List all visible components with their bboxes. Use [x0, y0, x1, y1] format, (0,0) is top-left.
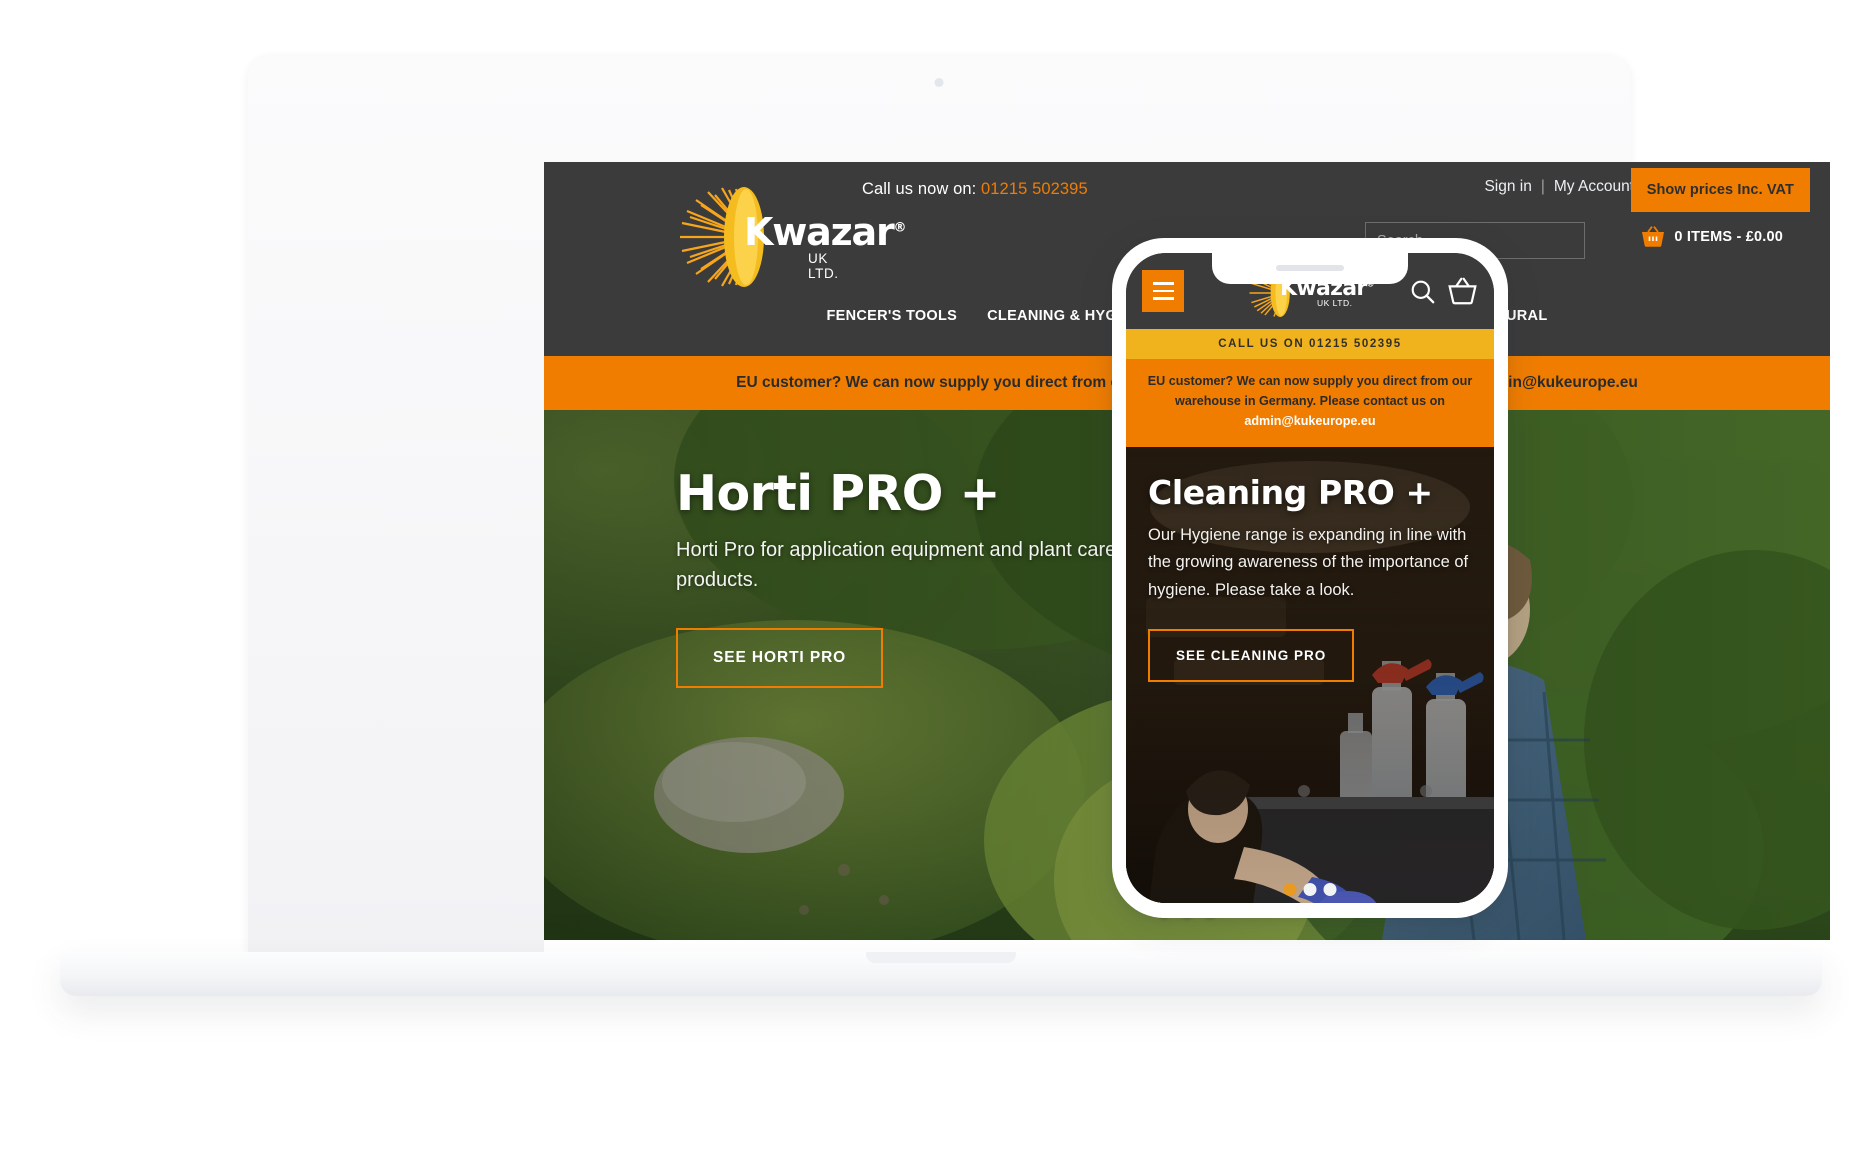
search-icon[interactable]	[1409, 278, 1436, 305]
see-cleaning-pro-button[interactable]: SEE CLEANING PRO	[1148, 628, 1355, 682]
cart-label: 0 ITEMS - £0.00	[1674, 228, 1783, 245]
call-number[interactable]: 01215 502395	[981, 180, 1088, 198]
phone-screen: Kwazar® UK LTD. CALL US ON 01215 502395	[1126, 253, 1494, 903]
phone-hero-content: Cleaning PRO + Our Hygiene range is expa…	[1148, 473, 1478, 682]
basket-icon[interactable]	[1447, 277, 1478, 305]
phone-eu-email[interactable]: admin@kukeurope.eu	[1244, 414, 1375, 428]
registered-trademark-icon: ®	[893, 220, 907, 236]
logo-subtitle: UK LTD.	[808, 251, 839, 281]
phone-header-icons	[1409, 277, 1478, 305]
basket-icon	[1642, 226, 1665, 247]
phone-device-frame: Kwazar® UK LTD. CALL US ON 01215 502395	[1112, 238, 1508, 918]
nav-item-fencers-tools[interactable]: FENCER'S TOOLS	[827, 308, 958, 324]
hamburger-icon[interactable]	[1142, 270, 1184, 312]
phone-carousel-dot-3[interactable]	[1323, 882, 1337, 896]
phone-hero-carousel: Cleaning PRO + Our Hygiene range is expa…	[1126, 446, 1494, 903]
phone-eu-line2: warehouse in Germany. Please contact us …	[1175, 393, 1445, 408]
header-phone-line: Call us now on: 01215 502395	[862, 180, 1088, 199]
laptop-camera-icon	[934, 78, 944, 87]
screenshot-stage: Call us now on: 01215 502395 Kwazar® UK …	[0, 0, 1866, 1170]
logo-wordmark: Kwazar®	[744, 210, 907, 254]
phone-hero-heading: Cleaning PRO +	[1148, 472, 1433, 512]
site-logo[interactable]: Kwazar® UK LTD.	[676, 187, 906, 287]
laptop-base	[60, 952, 1822, 996]
phone-logo-subtitle: UK LTD.	[1317, 298, 1353, 308]
cart-summary[interactable]: 0 ITEMS - £0.00	[1641, 226, 1783, 247]
phone-carousel-dot-1[interactable]	[1283, 882, 1297, 896]
link-separator: |	[1540, 178, 1545, 195]
phone-carousel-dot-2[interactable]	[1303, 882, 1317, 896]
sign-in-link[interactable]: Sign in	[1484, 178, 1531, 195]
laptop-base-notch	[866, 952, 1016, 963]
hero-body-text: Horti Pro for application equipment and …	[676, 539, 1117, 592]
phone-notch	[1212, 253, 1408, 284]
phone-eu-banner[interactable]: EU customer? We can now supply you direc…	[1126, 359, 1494, 447]
account-links: Sign in | My Account	[1484, 178, 1634, 196]
call-label: Call us now on:	[862, 180, 977, 198]
show-prices-inc-vat-button[interactable]: Show prices Inc. VAT	[1630, 168, 1810, 212]
phone-carousel-dots	[1283, 882, 1337, 896]
phone-call-bar[interactable]: CALL US ON 01215 502395	[1126, 329, 1494, 359]
my-account-link[interactable]: My Account	[1554, 178, 1634, 195]
phone-speaker-icon	[1276, 265, 1344, 271]
phone-hero-body-text: Our Hygiene range is expanding in line w…	[1148, 525, 1469, 600]
phone-eu-line1: EU customer? We can now supply you direc…	[1147, 374, 1473, 388]
see-horti-pro-button[interactable]: SEE HORTI PRO	[676, 627, 884, 688]
